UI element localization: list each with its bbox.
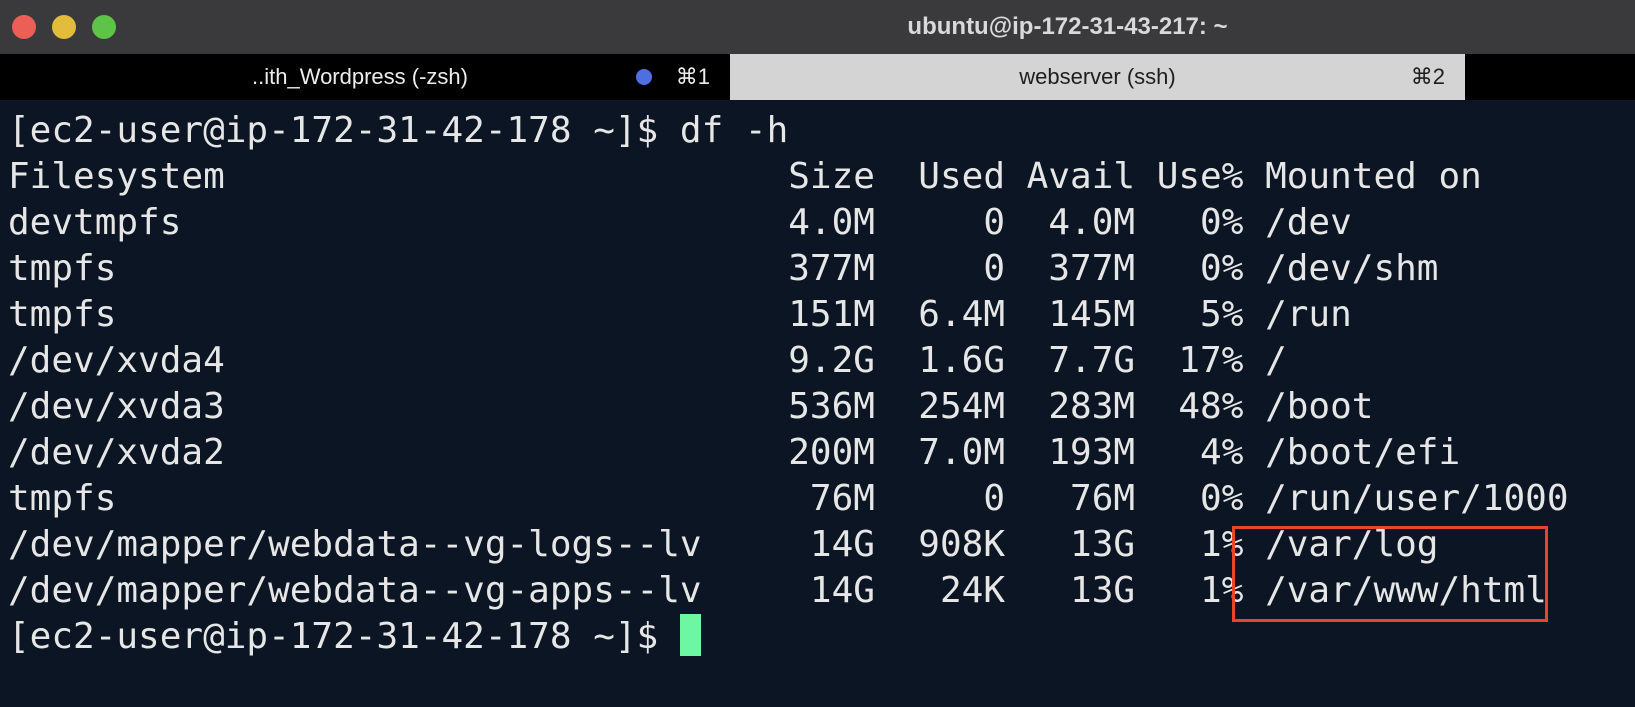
df-header-row: Filesystem Size Used Avail Use% Mounted … <box>8 156 1482 197</box>
text-cursor <box>679 614 701 656</box>
prompt: [ec2-user@ip-172-31-42-178 ~]$ <box>8 616 680 657</box>
df-row: tmpfs 76M 0 76M 0% /run/user/1000 <box>8 478 1569 519</box>
tab-zsh[interactable]: ..ith_Wordpress (-zsh) ⌘1 <box>0 54 730 100</box>
tab-shortcut: ⌘1 <box>675 64 710 89</box>
df-row: /dev/xvda4 9.2G 1.6G 7.7G 17% / <box>8 340 1287 381</box>
terminal-window: ubuntu@ip-172-31-43-217: ~ ..ith_Wordpre… <box>0 0 1635 707</box>
df-row: tmpfs 151M 6.4M 145M 5% /run <box>8 294 1352 335</box>
tab-label: webserver (ssh) <box>1019 64 1176 89</box>
tab-label: ..ith_Wordpress (-zsh) <box>252 64 468 89</box>
df-row: /dev/xvda3 536M 254M 283M 48% /boot <box>8 386 1374 427</box>
title-bar[interactable]: ubuntu@ip-172-31-43-217: ~ <box>0 0 1635 54</box>
tab-webserver[interactable]: webserver (ssh) ⌘2 <box>730 54 1465 100</box>
window-title: ubuntu@ip-172-31-43-217: ~ <box>907 13 1228 40</box>
tab-bar: ..ith_Wordpress (-zsh) ⌘1 webserver (ssh… <box>0 54 1635 100</box>
tab-shortcut: ⌘2 <box>1410 64 1445 89</box>
mount-points-highlight-box <box>1232 526 1548 622</box>
df-row: devtmpfs 4.0M 0 4.0M 0% /dev <box>8 202 1352 243</box>
command-line: [ec2-user@ip-172-31-42-178 ~]$ df -h <box>8 110 789 151</box>
df-row: /dev/xvda2 200M 7.0M 193M 4% /boot/efi <box>8 432 1461 473</box>
activity-dot-icon <box>636 69 652 85</box>
df-row: tmpfs 377M 0 377M 0% /dev/shm <box>8 248 1439 289</box>
